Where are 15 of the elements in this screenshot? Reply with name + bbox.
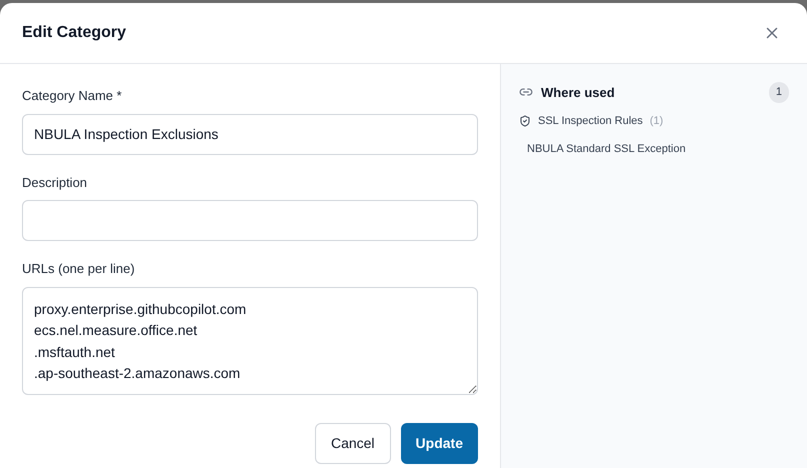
field-label: URLs (one per line) [22,260,136,278]
cancel-button[interactable]: Cancel [314,422,391,464]
shield-icon [519,114,531,127]
urls-field[interactable]: proxy.enterprise.githubcopilot.com ecs.nel.measure.office.net .msftauth.net .ap-southeast-2.amazonaws.com [22,286,478,394]
group-count: (1) [650,114,664,128]
text-field[interactable]: NBULA Inspection Exclusions [22,114,478,154]
group-name: SSL Inspection Rules [538,114,643,128]
count-badge: 1 [768,82,789,102]
dialog-title: Edit Category [22,23,126,43]
panel-title: Where used [541,84,616,102]
field-label: Category Name * [22,87,123,105]
text-field[interactable] [22,200,478,241]
update-button[interactable]: Update [400,422,478,464]
rule-item[interactable]: NBULA Standard SSL Exception [527,141,789,158]
field-label: Description [22,174,88,192]
